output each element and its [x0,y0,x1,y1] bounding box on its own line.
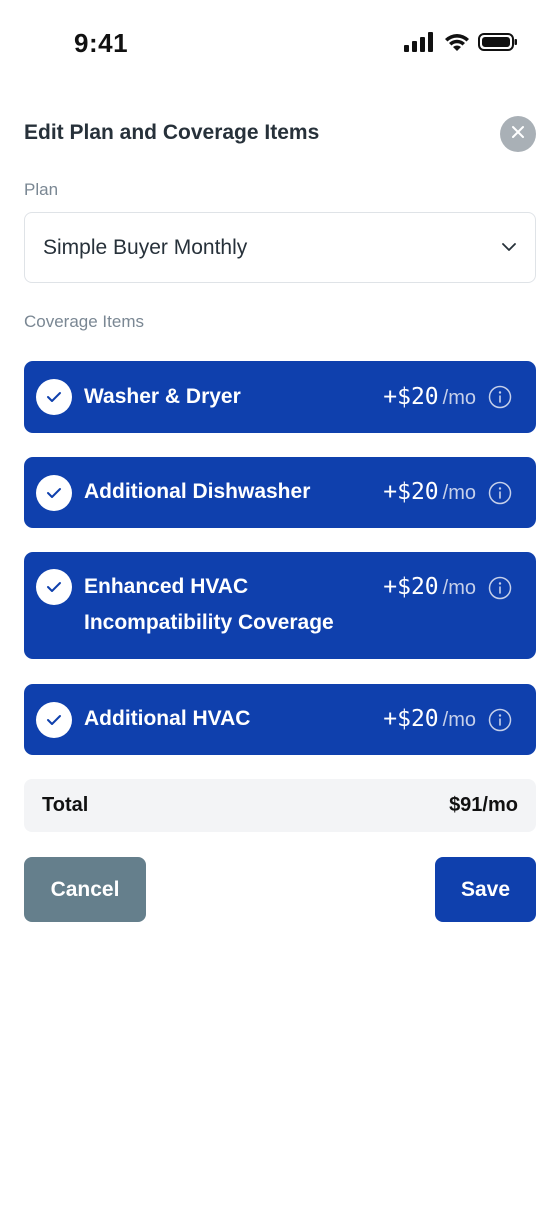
battery-icon [478,32,518,52]
total-label: Total [42,794,89,816]
cellular-signal-icon [404,32,436,52]
plan-label: Plan [24,180,59,199]
price-unit: /mo [442,482,476,504]
chevron-down-icon [501,239,517,257]
price-amount: +$20 [383,706,439,732]
status-bar: 9:41 [0,0,560,88]
plan-select[interactable]: Simple Buyer Monthly [24,212,536,283]
status-icons [404,32,518,52]
page-title: Edit Plan and Coverage Items [24,121,320,144]
checkmark-icon[interactable] [36,475,72,511]
coverage-item-name-line2: Incompatibility Coverage [84,611,334,634]
coverage-item-price: +$20 /mo [383,701,476,738]
price-unit: /mo [442,577,476,599]
checkmark-icon[interactable] [36,702,72,738]
coverage-item-price: +$20 /mo [383,474,476,511]
status-time: 9:41 [74,28,129,58]
coverage-item-name: Additional Dishwasher [84,480,311,503]
price-amount: +$20 [383,574,439,600]
coverage-item-enhanced-hvac[interactable]: Enhanced HVAC Incompatibility Coverage +… [24,552,536,659]
checkmark-icon[interactable] [36,569,72,605]
info-icon[interactable] [488,576,512,600]
coverage-item-name: Additional HVAC [84,707,251,730]
price-unit: /mo [442,387,476,409]
close-button[interactable] [500,116,536,152]
coverage-item-washer-dryer[interactable]: Washer & Dryer +$20 /mo [24,361,536,433]
coverage-item-name: Enhanced HVAC [84,575,249,598]
coverage-item-price: +$20 /mo [383,569,476,606]
close-icon [511,125,525,144]
info-icon[interactable] [488,708,512,732]
coverage-item-additional-hvac[interactable]: Additional HVAC +$20 /mo [24,684,536,755]
coverage-label: Coverage Items [24,312,144,331]
price-unit: /mo [442,709,476,731]
info-icon[interactable] [488,385,512,409]
wifi-icon [444,32,470,52]
coverage-item-name: Washer & Dryer [84,385,241,408]
price-amount: +$20 [383,479,439,505]
checkmark-icon[interactable] [36,379,72,415]
plan-selected-value: Simple Buyer Monthly [43,235,248,259]
cancel-button[interactable]: Cancel [24,857,146,922]
total-bar: Total $91/mo [24,779,536,832]
info-icon[interactable] [488,481,512,505]
save-button[interactable]: Save [435,857,536,922]
coverage-item-price: +$20 /mo [383,379,476,416]
coverage-item-additional-dishwasher[interactable]: Additional Dishwasher +$20 /mo [24,457,536,528]
total-value: $91/mo [449,794,518,816]
price-amount: +$20 [383,384,439,410]
